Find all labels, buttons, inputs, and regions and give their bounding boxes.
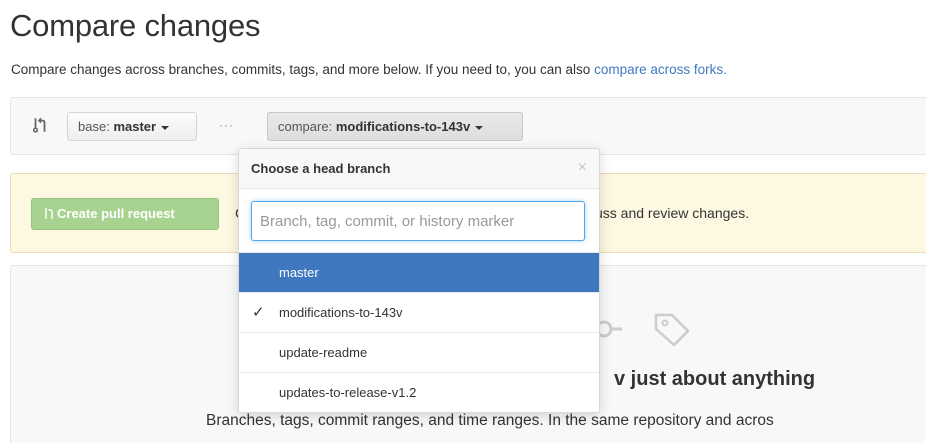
caret-down-icon: [161, 125, 170, 130]
branch-item-label: master: [279, 265, 319, 280]
page-title: Compare changes: [10, 8, 261, 43]
tag-icon: [654, 313, 690, 347]
range-separator: ···: [219, 118, 234, 132]
notice-text-right: uss and review changes.: [595, 205, 750, 221]
base-branch-name: master: [113, 119, 157, 134]
subtitle-text: Compare changes across branches, commits…: [11, 62, 591, 77]
git-compare-icon: [32, 117, 46, 133]
dropdown-title: Choose a head branch: [251, 161, 391, 176]
create-pr-icon: [45, 208, 53, 219]
caret-down-icon: [475, 125, 484, 130]
branch-item-label: modifications-to-143v: [279, 305, 403, 320]
branch-item-update-readme[interactable]: update-readme: [239, 333, 599, 373]
blank-slate-icons: [596, 313, 690, 347]
page-subtitle: Compare changes across branches, commits…: [11, 62, 727, 77]
base-prefix: base:: [78, 119, 110, 134]
branch-item-label: updates-to-release-v1.2: [279, 385, 417, 400]
compare-branch-name: modifications-to-143v: [335, 119, 471, 134]
head-branch-dropdown: Choose a head branch × master ✓ modifica…: [238, 148, 600, 413]
dropdown-filter: [239, 189, 599, 253]
create-pr-label: Create pull request: [57, 206, 175, 221]
close-icon[interactable]: ×: [578, 159, 587, 177]
range-editor: base: master ··· compare: modifications-…: [10, 97, 926, 155]
blank-slate-heading: v just about anything: [614, 368, 816, 390]
check-icon: ✓: [252, 304, 265, 321]
commit-icon: [596, 320, 622, 338]
branch-item-master[interactable]: master: [239, 253, 599, 293]
branch-filter-input[interactable]: [251, 201, 585, 241]
dropdown-header: Choose a head branch ×: [239, 149, 599, 189]
branch-item-label: update-readme: [279, 345, 368, 360]
create-pull-request-button[interactable]: Create pull request: [31, 198, 219, 230]
blank-slate-description: Branches, tags, commit ranges, and time …: [206, 412, 774, 429]
compare-prefix: compare:: [278, 119, 333, 134]
branch-item-updates-to-release-v1-2[interactable]: updates-to-release-v1.2: [239, 373, 599, 412]
compare-branch-button[interactable]: compare: modifications-to-143v: [267, 112, 523, 141]
compare-across-forks-link[interactable]: compare across forks.: [594, 62, 727, 77]
base-branch-button[interactable]: base: master: [67, 112, 197, 141]
branch-item-modifications-to-143v[interactable]: ✓ modifications-to-143v: [239, 293, 599, 333]
